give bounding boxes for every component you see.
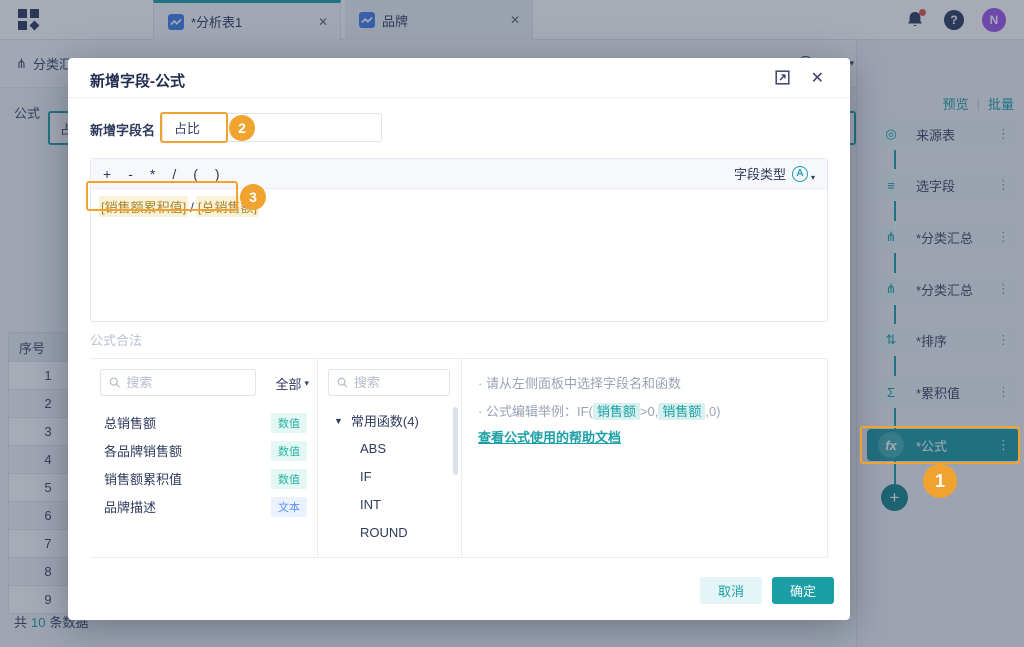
functions-panel: ▼ 常用函数(4) ABS IF INT ROUND <box>318 359 462 557</box>
annotation-step-2: 2 <box>229 115 255 141</box>
close-icon[interactable]: ✕ <box>811 68 824 88</box>
field-item[interactable]: 销售额累积值 数值 <box>90 465 317 492</box>
helper-panels: 全部 ▾ 总销售额 数值 各品牌销售额 数值 销售额累积值 数值 品牌描述 <box>90 358 828 558</box>
field-type-auto-icon[interactable]: A <box>792 166 808 182</box>
close-paren-button[interactable]: ) <box>215 166 220 182</box>
annotation-step-3: 3 <box>240 184 266 210</box>
minus-operator-button[interactable]: - <box>128 166 133 182</box>
field-type-badge: 文本 <box>271 497 307 517</box>
field-type-badge: 数值 <box>271 413 307 433</box>
open-paren-button[interactable]: ( <box>193 166 198 182</box>
scrollbar-thumb[interactable] <box>453 407 458 475</box>
annotation-box-field-name <box>160 112 228 143</box>
function-item-int[interactable]: INT <box>360 497 381 512</box>
field-item[interactable]: 品牌描述 文本 <box>90 493 317 520</box>
plus-operator-button[interactable]: + <box>103 166 111 182</box>
help-tip-1: · 请从左侧面板中选择字段名和函数 <box>478 373 681 392</box>
search-icon <box>109 376 120 389</box>
field-search-input[interactable] <box>126 375 247 390</box>
maximize-icon[interactable] <box>775 70 790 90</box>
function-item-if[interactable]: IF <box>360 469 372 484</box>
fields-panel: 全部 ▾ 总销售额 数值 各品牌销售额 数值 销售额累积值 数值 品牌描述 <box>90 359 318 557</box>
field-filter-dropdown[interactable]: 全部 ▾ <box>275 374 309 393</box>
field-item[interactable]: 总销售额 数值 <box>90 409 317 436</box>
function-item-round[interactable]: ROUND <box>360 525 408 540</box>
example-field-chip: 销售额 <box>593 403 640 420</box>
formula-valid-status: 公式合法 <box>90 330 142 349</box>
dialog-title: 新增字段-公式 <box>90 70 185 91</box>
cancel-button[interactable]: 取消 <box>700 577 762 604</box>
confirm-button[interactable]: 确定 <box>772 577 834 604</box>
function-search[interactable] <box>328 369 450 396</box>
annotation-box-formula <box>86 181 238 211</box>
divide-operator-button[interactable]: / <box>172 166 176 182</box>
field-name-label: 新增字段名 <box>90 120 155 139</box>
chevron-down-icon: ▾ <box>811 173 815 182</box>
app-root: *分析表1 ✕ 品牌 ✕ ? N ⋔ 分类汇总 ⋯ 更多 ▾ <box>0 0 1024 647</box>
search-icon <box>337 376 348 389</box>
function-search-input[interactable] <box>354 375 441 390</box>
field-search[interactable] <box>100 369 256 396</box>
example-field-chip: 销售额 <box>658 403 705 420</box>
dialog-header: 新增字段-公式 ✕ <box>68 58 850 98</box>
annotation-box-formula-step <box>860 426 1020 464</box>
help-tip-2: · 公式编辑举例：IF(销售额>0,销售额,0) <box>478 401 721 420</box>
field-type-badge: 数值 <box>271 441 307 461</box>
multiply-operator-button[interactable]: * <box>150 166 155 182</box>
annotation-step-1: 1 <box>923 464 957 498</box>
function-group-toggle[interactable]: ▼ 常用函数(4) <box>334 411 419 430</box>
formula-help-doc-link[interactable]: 查看公式使用的帮助文档 <box>478 427 621 446</box>
field-item[interactable]: 各品牌销售额 数值 <box>90 437 317 464</box>
function-item-abs[interactable]: ABS <box>360 441 386 456</box>
caret-down-icon: ▼ <box>334 416 343 426</box>
help-panel: · 请从左侧面板中选择字段名和函数 · 公式编辑举例：IF(销售额>0,销售额,… <box>462 359 827 557</box>
chevron-down-icon: ▾ <box>304 378 309 389</box>
field-type-label: 字段类型 <box>734 164 786 183</box>
field-type-badge: 数值 <box>271 469 307 489</box>
